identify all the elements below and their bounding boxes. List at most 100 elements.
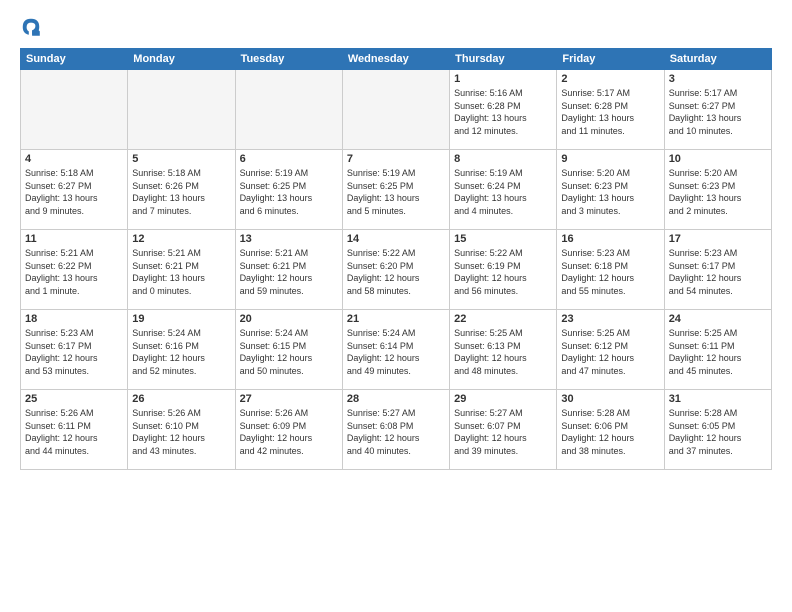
day-number: 28 [347, 393, 445, 405]
day-number: 11 [25, 233, 123, 245]
calendar-cell: 28 Sunrise: 5:27 AM Sunset: 6:08 PM Dayli… [342, 390, 449, 470]
day-info: Sunrise: 5:22 AM Sunset: 6:19 PM Dayligh… [454, 247, 552, 297]
weekday-header-saturday: Saturday [664, 49, 771, 70]
calendar-cell: 29 Sunrise: 5:27 AM Sunset: 6:07 PM Dayli… [450, 390, 557, 470]
calendar-cell: 11 Sunrise: 5:21 AM Sunset: 6:22 PM Dayli… [21, 230, 128, 310]
calendar-cell: 15 Sunrise: 5:22 AM Sunset: 6:19 PM Dayli… [450, 230, 557, 310]
weekday-header-friday: Friday [557, 49, 664, 70]
day-number: 6 [240, 153, 338, 165]
calendar-cell: 14 Sunrise: 5:22 AM Sunset: 6:20 PM Dayli… [342, 230, 449, 310]
calendar-cell: 7Sunrise: 5:19 AM Sunset: 6:25 PM Daylig… [342, 150, 449, 230]
day-info: Sunrise: 5:21 AM Sunset: 6:22 PM Dayligh… [25, 247, 123, 297]
calendar-cell [342, 70, 449, 150]
calendar-cell: 13 Sunrise: 5:21 AM Sunset: 6:21 PM Dayli… [235, 230, 342, 310]
weekday-header-tuesday: Tuesday [235, 49, 342, 70]
calendar-cell: 3Sunrise: 5:17 AM Sunset: 6:27 PM Daylig… [664, 70, 771, 150]
day-number: 26 [132, 393, 230, 405]
logo-icon [20, 16, 42, 38]
calendar-cell: 16Sunrise: 5:23 AM Sunset: 6:18 PM Dayli… [557, 230, 664, 310]
calendar-cell: 4 Sunrise: 5:18 AM Sunset: 6:27 PM Daylig… [21, 150, 128, 230]
day-number: 17 [669, 233, 767, 245]
day-info: Sunrise: 5:25 AM Sunset: 6:12 PM Dayligh… [561, 327, 659, 377]
calendar-cell: 9 Sunrise: 5:20 AM Sunset: 6:23 PM Daylig… [557, 150, 664, 230]
day-number: 1 [454, 73, 552, 85]
day-info: Sunrise: 5:19 AM Sunset: 6:25 PM Dayligh… [240, 167, 338, 217]
week-row-3: 11 Sunrise: 5:21 AM Sunset: 6:22 PM Dayli… [21, 230, 772, 310]
week-row-5: 25Sunrise: 5:26 AM Sunset: 6:11 PM Dayli… [21, 390, 772, 470]
calendar-cell: 26Sunrise: 5:26 AM Sunset: 6:10 PM Dayli… [128, 390, 235, 470]
week-row-1: 1 Sunrise: 5:16 AM Sunset: 6:28 PM Daylig… [21, 70, 772, 150]
weekday-header-sunday: Sunday [21, 49, 128, 70]
calendar-cell: 25Sunrise: 5:26 AM Sunset: 6:11 PM Dayli… [21, 390, 128, 470]
day-info: Sunrise: 5:23 AM Sunset: 6:17 PM Dayligh… [669, 247, 767, 297]
day-info: Sunrise: 5:27 AM Sunset: 6:07 PM Dayligh… [454, 407, 552, 457]
day-number: 8 [454, 153, 552, 165]
day-number: 14 [347, 233, 445, 245]
calendar-cell: 27 Sunrise: 5:26 AM Sunset: 6:09 PM Dayli… [235, 390, 342, 470]
day-info: Sunrise: 5:25 AM Sunset: 6:11 PM Dayligh… [669, 327, 767, 377]
day-info: Sunrise: 5:24 AM Sunset: 6:14 PM Dayligh… [347, 327, 445, 377]
day-info: Sunrise: 5:22 AM Sunset: 6:20 PM Dayligh… [347, 247, 445, 297]
calendar-cell: 17 Sunrise: 5:23 AM Sunset: 6:17 PM Dayli… [664, 230, 771, 310]
day-number: 2 [561, 73, 659, 85]
day-number: 27 [240, 393, 338, 405]
day-number: 10 [669, 153, 767, 165]
week-row-2: 4 Sunrise: 5:18 AM Sunset: 6:27 PM Daylig… [21, 150, 772, 230]
page: SundayMondayTuesdayWednesdayThursdayFrid… [0, 0, 792, 480]
day-number: 5 [132, 153, 230, 165]
day-info: Sunrise: 5:24 AM Sunset: 6:16 PM Dayligh… [132, 327, 230, 377]
calendar-cell [128, 70, 235, 150]
day-info: Sunrise: 5:27 AM Sunset: 6:08 PM Dayligh… [347, 407, 445, 457]
calendar-cell: 18 Sunrise: 5:23 AM Sunset: 6:17 PM Dayli… [21, 310, 128, 390]
day-info: Sunrise: 5:18 AM Sunset: 6:27 PM Dayligh… [25, 167, 123, 217]
day-number: 12 [132, 233, 230, 245]
calendar: SundayMondayTuesdayWednesdayThursdayFrid… [20, 48, 772, 470]
day-number: 24 [669, 313, 767, 325]
calendar-cell: 10Sunrise: 5:20 AM Sunset: 6:23 PM Dayli… [664, 150, 771, 230]
day-number: 21 [347, 313, 445, 325]
day-info: Sunrise: 5:16 AM Sunset: 6:28 PM Dayligh… [454, 87, 552, 137]
day-info: Sunrise: 5:23 AM Sunset: 6:18 PM Dayligh… [561, 247, 659, 297]
day-number: 13 [240, 233, 338, 245]
day-info: Sunrise: 5:26 AM Sunset: 6:09 PM Dayligh… [240, 407, 338, 457]
calendar-cell: 23 Sunrise: 5:25 AM Sunset: 6:12 PM Dayli… [557, 310, 664, 390]
day-info: Sunrise: 5:23 AM Sunset: 6:17 PM Dayligh… [25, 327, 123, 377]
weekday-header-row: SundayMondayTuesdayWednesdayThursdayFrid… [21, 49, 772, 70]
week-row-4: 18 Sunrise: 5:23 AM Sunset: 6:17 PM Dayli… [21, 310, 772, 390]
day-info: Sunrise: 5:19 AM Sunset: 6:24 PM Dayligh… [454, 167, 552, 217]
calendar-cell: 12 Sunrise: 5:21 AM Sunset: 6:21 PM Dayli… [128, 230, 235, 310]
day-number: 9 [561, 153, 659, 165]
day-number: 18 [25, 313, 123, 325]
day-number: 30 [561, 393, 659, 405]
calendar-cell: 24 Sunrise: 5:25 AM Sunset: 6:11 PM Dayli… [664, 310, 771, 390]
weekday-header-monday: Monday [128, 49, 235, 70]
day-number: 31 [669, 393, 767, 405]
weekday-header-wednesday: Wednesday [342, 49, 449, 70]
day-info: Sunrise: 5:20 AM Sunset: 6:23 PM Dayligh… [561, 167, 659, 217]
day-info: Sunrise: 5:21 AM Sunset: 6:21 PM Dayligh… [240, 247, 338, 297]
day-number: 25 [25, 393, 123, 405]
day-info: Sunrise: 5:17 AM Sunset: 6:27 PM Dayligh… [669, 87, 767, 137]
day-number: 29 [454, 393, 552, 405]
calendar-cell: 31Sunrise: 5:28 AM Sunset: 6:05 PM Dayli… [664, 390, 771, 470]
day-number: 15 [454, 233, 552, 245]
calendar-cell: 21 Sunrise: 5:24 AM Sunset: 6:14 PM Dayli… [342, 310, 449, 390]
day-number: 20 [240, 313, 338, 325]
day-number: 7 [347, 153, 445, 165]
day-number: 19 [132, 313, 230, 325]
day-info: Sunrise: 5:17 AM Sunset: 6:28 PM Dayligh… [561, 87, 659, 137]
day-number: 22 [454, 313, 552, 325]
calendar-cell: 1 Sunrise: 5:16 AM Sunset: 6:28 PM Daylig… [450, 70, 557, 150]
day-info: Sunrise: 5:18 AM Sunset: 6:26 PM Dayligh… [132, 167, 230, 217]
calendar-cell: 5 Sunrise: 5:18 AM Sunset: 6:26 PM Daylig… [128, 150, 235, 230]
day-number: 4 [25, 153, 123, 165]
day-number: 23 [561, 313, 659, 325]
logo [20, 18, 45, 38]
calendar-cell: 8 Sunrise: 5:19 AM Sunset: 6:24 PM Daylig… [450, 150, 557, 230]
day-info: Sunrise: 5:28 AM Sunset: 6:06 PM Dayligh… [561, 407, 659, 457]
day-info: Sunrise: 5:21 AM Sunset: 6:21 PM Dayligh… [132, 247, 230, 297]
calendar-cell: 2 Sunrise: 5:17 AM Sunset: 6:28 PM Daylig… [557, 70, 664, 150]
calendar-cell [235, 70, 342, 150]
calendar-cell: 6 Sunrise: 5:19 AM Sunset: 6:25 PM Daylig… [235, 150, 342, 230]
day-info: Sunrise: 5:24 AM Sunset: 6:15 PM Dayligh… [240, 327, 338, 377]
